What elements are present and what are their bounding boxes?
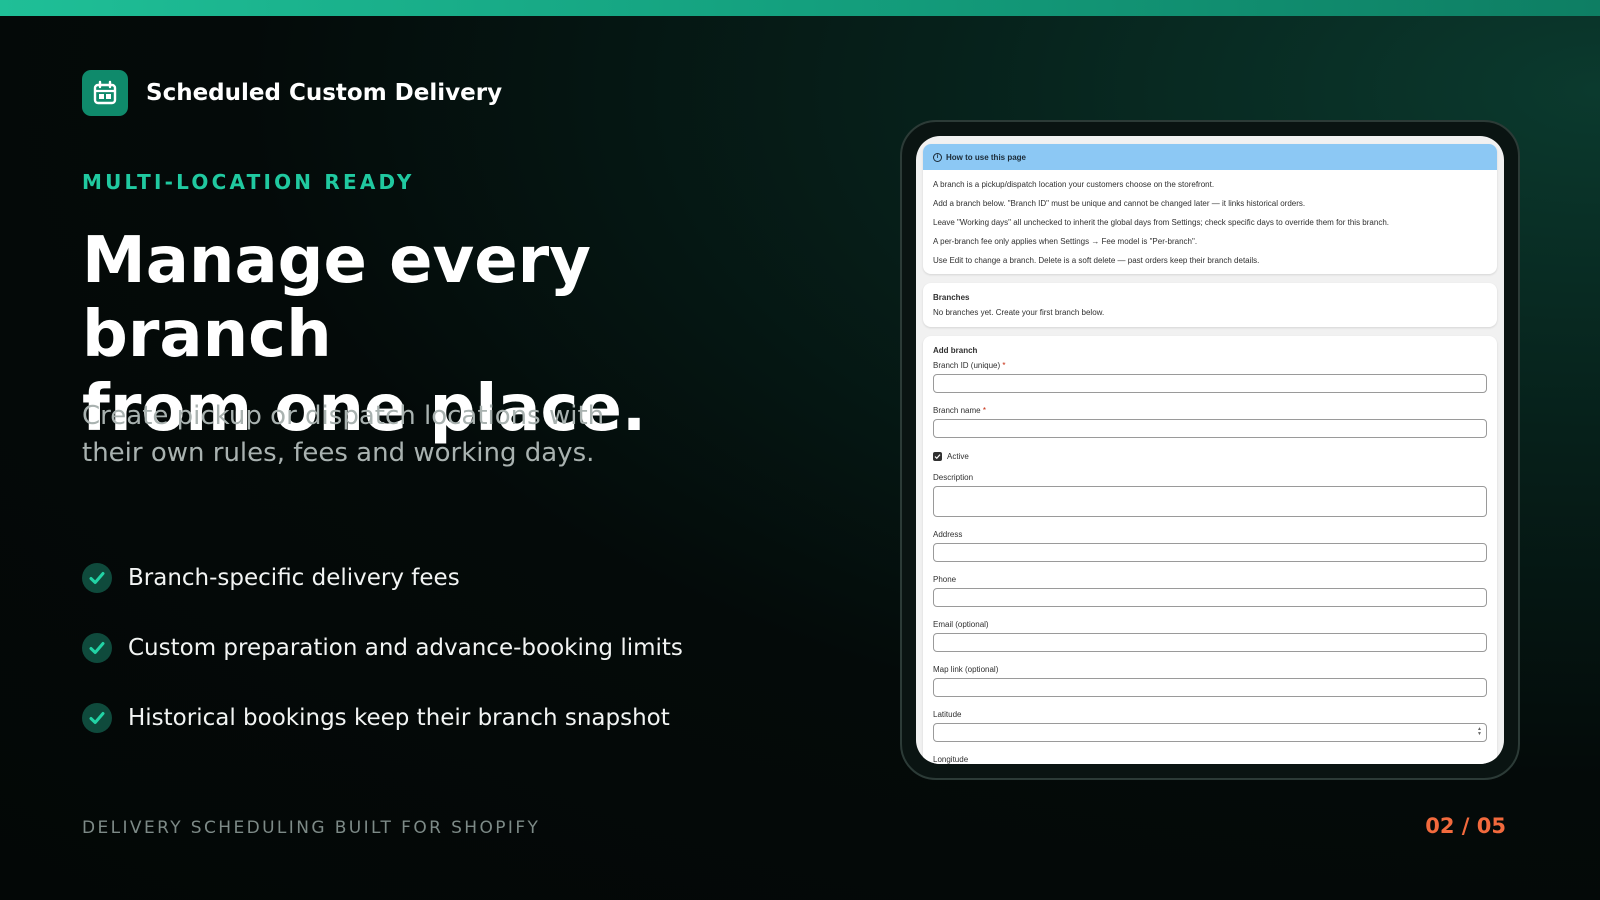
subtext: Create pickup or dispatch locations with… — [82, 398, 682, 472]
page-indicator: 02 / 05 — [1425, 814, 1506, 838]
info-icon: i — [933, 152, 942, 162]
checkmark-icon — [82, 703, 112, 733]
info-banner-title: How to use this page — [946, 152, 1027, 162]
required-mark: * — [1002, 361, 1006, 370]
feature-text: Custom preparation and advance-booking l… — [128, 635, 683, 661]
brand-name: Scheduled Custom Delivery — [146, 80, 503, 106]
app-screen: i How to use this page A branch is a pic… — [916, 136, 1504, 764]
checkmark-icon — [82, 633, 112, 663]
checkmark-icon — [82, 563, 112, 593]
branch-name-input[interactable] — [933, 419, 1487, 438]
feature-list: Branch-specific delivery fees Custom pre… — [82, 562, 683, 772]
top-accent-bar — [0, 0, 1600, 16]
address-label: Address — [933, 530, 963, 539]
info-banner: i How to use this page A branch is a pic… — [923, 144, 1497, 274]
eyebrow: MULTI-LOCATION READY — [82, 170, 415, 194]
branch-name-label: Branch name * — [933, 406, 1487, 415]
required-mark: * — [982, 406, 986, 415]
subtext-line-1: Create pickup or dispatch locations with — [82, 401, 605, 431]
latitude-label: Latitude — [933, 710, 962, 719]
email-input[interactable] — [933, 633, 1487, 652]
branches-empty-state: No branches yet. Create your first branc… — [933, 308, 1105, 317]
description-label: Description — [933, 473, 974, 482]
active-label: Active — [947, 452, 969, 461]
branch-id-label-text: Branch ID (unique) — [933, 361, 1001, 370]
branches-title: Branches — [933, 293, 970, 302]
info-banner-body: A branch is a pickup/dispatch location y… — [923, 170, 1497, 274]
device-frame: i How to use this page A branch is a pic… — [900, 120, 1520, 780]
feature-item: Custom preparation and advance-booking l… — [82, 632, 683, 664]
map-link-input[interactable] — [933, 678, 1487, 697]
feature-item: Historical bookings keep their branch sn… — [82, 702, 683, 734]
brand: Scheduled Custom Delivery — [82, 70, 502, 116]
info-line: A per-branch fee only applies when Setti… — [933, 237, 1198, 246]
info-line: Use Edit to change a branch. Delete is a… — [933, 256, 1260, 265]
branch-id-input[interactable] — [933, 374, 1487, 393]
description-textarea[interactable] — [933, 486, 1487, 517]
info-line: Leave "Working days" all unchecked to in… — [933, 218, 1389, 227]
info-banner-header: i How to use this page — [923, 144, 1497, 170]
longitude-label: Longitude — [933, 755, 969, 764]
add-branch-title: Add branch — [933, 346, 978, 355]
info-line: Add a branch below. "Branch ID" must be … — [933, 199, 1306, 208]
address-input[interactable] — [933, 543, 1487, 562]
feature-item: Branch-specific delivery fees — [82, 562, 683, 594]
number-stepper-icon[interactable]: ▲ ▼ — [1477, 727, 1482, 737]
branches-card: Branches No branches yet. Create your fi… — [923, 283, 1497, 327]
active-toggle[interactable]: Active — [933, 452, 1487, 461]
headline-line-1: Manage every branch — [82, 224, 591, 372]
calendar-icon — [82, 70, 128, 116]
email-label: Email (optional) — [933, 620, 989, 629]
active-checkbox[interactable] — [933, 452, 942, 461]
info-line: A branch is a pickup/dispatch location y… — [933, 180, 1215, 189]
footer-tagline: DELIVERY SCHEDULING BUILT FOR SHOPIFY — [82, 818, 541, 838]
feature-text: Historical bookings keep their branch sn… — [128, 705, 670, 731]
phone-input[interactable] — [933, 588, 1487, 607]
latitude-input[interactable]: ▲ ▼ — [933, 723, 1487, 742]
map-link-label: Map link (optional) — [933, 665, 999, 674]
add-branch-form: Add branch Branch ID (unique) * Branch n… — [923, 336, 1497, 764]
phone-label: Phone — [933, 575, 957, 584]
branch-name-label-text: Branch name — [933, 406, 981, 415]
branch-id-label: Branch ID (unique) * — [933, 361, 1487, 370]
feature-text: Branch-specific delivery fees — [128, 565, 460, 591]
subtext-line-2: their own rules, fees and working days. — [82, 438, 595, 468]
